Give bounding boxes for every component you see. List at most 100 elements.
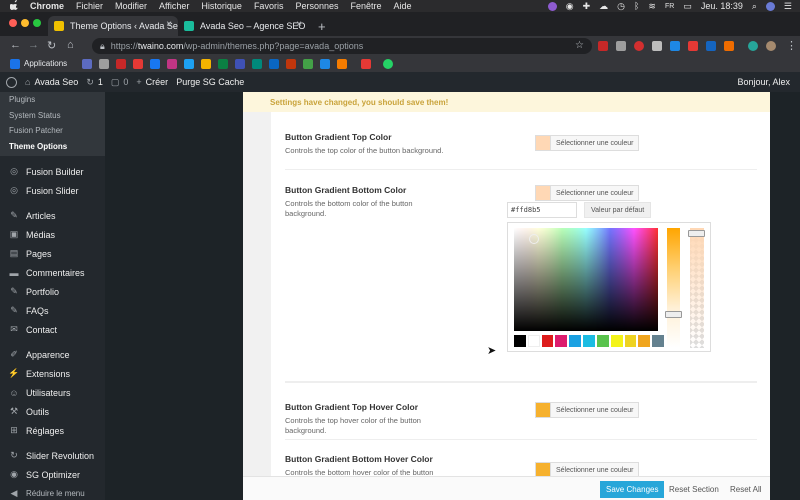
sidebar-item-tools[interactable]: ⚒ Outils — [0, 402, 105, 421]
default-value-button[interactable]: Valeur par défaut — [584, 202, 652, 218]
menu-app-name[interactable]: Chrome — [30, 1, 64, 11]
menu-view[interactable]: Afficher — [159, 1, 189, 11]
bookmark-icon-3[interactable] — [116, 59, 126, 69]
bookmark-icon-7[interactable] — [184, 59, 194, 69]
sidebar-item-comments[interactable]: ▬ Commentaires — [0, 263, 105, 282]
user-greeting[interactable]: Bonjour, Alex — [737, 77, 790, 87]
palette-swatch[interactable] — [527, 335, 540, 347]
close-tab-icon[interactable]: × — [166, 19, 172, 30]
reload-icon[interactable]: ↻ — [47, 39, 56, 52]
status-icon-2[interactable]: ◉ — [566, 1, 574, 12]
bookmark-icon-2[interactable] — [99, 59, 109, 69]
bookmark-icon-5[interactable] — [150, 59, 160, 69]
sidebar-item-contact[interactable]: ✉ Contact — [0, 320, 105, 339]
flag-icon[interactable]: FR — [665, 3, 674, 10]
apps-bookmark[interactable]: Applications — [24, 59, 67, 68]
menu-help[interactable]: Aide — [394, 1, 412, 11]
saturation-value-area[interactable] — [514, 228, 658, 331]
bookmark-icon-13[interactable] — [286, 59, 296, 69]
extension-icon-9[interactable] — [748, 41, 758, 51]
palette-swatch[interactable] — [583, 335, 595, 347]
forward-icon[interactable]: → — [28, 39, 39, 51]
hex-color-input[interactable]: #ffd8b5 — [507, 202, 577, 218]
status-icon-3[interactable]: ✚ — [583, 1, 591, 12]
palette-swatch[interactable] — [610, 335, 623, 347]
tab-theme-options[interactable]: Theme Options ‹ Avada Seo — × — [48, 16, 178, 36]
sidebar-item-articles[interactable]: ✎ Articles — [0, 206, 105, 225]
palette-swatch[interactable] — [514, 335, 526, 347]
clock[interactable]: Jeu. 18:39 — [701, 1, 743, 11]
apple-icon[interactable] — [9, 0, 22, 12]
battery-icon[interactable]: ▭ — [683, 1, 692, 12]
menu-history[interactable]: Historique — [201, 1, 242, 11]
site-name-link[interactable]: ⌂ Avada Seo — [25, 77, 78, 87]
wordpress-logo-icon[interactable] — [6, 76, 17, 88]
bookmark-icon-4[interactable] — [133, 59, 143, 69]
cloud-icon[interactable]: ☁ — [599, 1, 608, 12]
saturation-handle[interactable] — [529, 234, 539, 244]
bookmark-star-icon[interactable]: ☆ — [575, 40, 584, 51]
submenu-system-status[interactable]: System Status — [0, 108, 105, 124]
updates-link[interactable]: ↻ 1 — [86, 77, 103, 88]
back-icon[interactable]: ← — [10, 39, 21, 51]
menu-edit[interactable]: Modifier — [115, 1, 147, 11]
submenu-fusion-patcher[interactable]: Fusion Patcher — [0, 123, 105, 139]
palette-swatch[interactable] — [569, 335, 582, 347]
hue-slider-handle[interactable] — [665, 311, 682, 318]
submenu-plugins[interactable]: Plugins — [0, 92, 105, 108]
menu-bookmarks[interactable]: Favoris — [254, 1, 284, 11]
palette-swatch[interactable] — [638, 335, 651, 347]
sidebar-item-faqs[interactable]: ✎ FAQs — [0, 301, 105, 320]
select-color-button[interactable]: Sélectionner une couleur — [550, 402, 640, 418]
sidebar-item-users[interactable]: ☺ Utilisateurs — [0, 383, 105, 402]
palette-swatch[interactable] — [555, 335, 568, 347]
lock-icon[interactable]: 🔒︎ — [100, 41, 105, 52]
home-icon[interactable]: ⌂ — [67, 39, 74, 51]
bookmark-icon-11[interactable] — [252, 59, 262, 69]
reset-all-button[interactable]: Reset All — [724, 481, 768, 498]
bookmark-icon-10[interactable] — [235, 59, 245, 69]
palette-swatch[interactable] — [596, 335, 609, 347]
opacity-slider[interactable] — [688, 228, 705, 348]
status-icon-1[interactable] — [547, 1, 557, 11]
purge-cache-link[interactable]: Purge SG Cache — [176, 77, 244, 87]
palette-swatch[interactable] — [652, 335, 664, 347]
bookmark-icon-18[interactable] — [383, 59, 393, 69]
tab-avada-seo[interactable]: Avada Seo – Agence SEO × — [178, 16, 308, 36]
bookmark-icon-16[interactable] — [337, 59, 347, 69]
bookmark-icon-8[interactable] — [201, 59, 211, 69]
address-bar[interactable]: 🔒︎ https:// twaino.com /wp-admin/themes.… — [92, 38, 592, 54]
select-color-button[interactable]: Sélectionner une couleur — [550, 135, 640, 151]
palette-swatch[interactable] — [541, 335, 554, 347]
extension-icon-6[interactable] — [688, 41, 698, 51]
extension-icon-3[interactable] — [634, 41, 644, 51]
clock-status-icon[interactable]: ◷ — [617, 1, 625, 12]
siri-icon[interactable] — [765, 1, 775, 11]
menu-window[interactable]: Fenêtre — [350, 1, 381, 11]
select-color-button[interactable]: Sélectionner une couleur — [550, 185, 640, 201]
comments-link[interactable]: ▢ 0 — [111, 77, 129, 88]
sidebar-item-media[interactable]: ▣ Médias — [0, 225, 105, 244]
reset-section-button[interactable]: Reset Section — [663, 481, 725, 498]
sidebar-item-fusion-slider[interactable]: ◎ Fusion Slider — [0, 181, 105, 200]
bookmark-icon-9[interactable] — [218, 59, 228, 69]
profile-avatar-icon[interactable] — [766, 41, 776, 51]
extension-icon-2[interactable] — [616, 41, 626, 51]
zoom-window-button[interactable] — [33, 19, 41, 27]
bookmark-icon-1[interactable] — [82, 59, 92, 69]
minimize-window-button[interactable] — [21, 19, 29, 27]
chrome-menu-icon[interactable]: ⋮ — [786, 39, 797, 52]
sidebar-item-collapse-menu[interactable]: ◀ Réduire le menu — [0, 484, 105, 500]
extension-icon-1[interactable] — [598, 41, 608, 51]
sidebar-item-settings[interactable]: ⊞ Réglages — [0, 421, 105, 440]
search-icon[interactable]: ⌕ — [752, 1, 757, 12]
save-changes-button[interactable]: Save Changes — [600, 481, 665, 498]
new-content-link[interactable]: + Créer — [136, 77, 168, 87]
sidebar-item-appearance[interactable]: ✐ Apparence — [0, 345, 105, 364]
extension-icon-4[interactable] — [652, 41, 662, 51]
bluetooth-icon[interactable]: ᛒ — [634, 1, 639, 11]
bookmark-icon-6[interactable] — [167, 59, 177, 69]
extension-icon-8[interactable] — [724, 41, 734, 51]
bookmark-icon-14[interactable] — [303, 59, 313, 69]
menu-file[interactable]: Fichier — [76, 1, 103, 11]
